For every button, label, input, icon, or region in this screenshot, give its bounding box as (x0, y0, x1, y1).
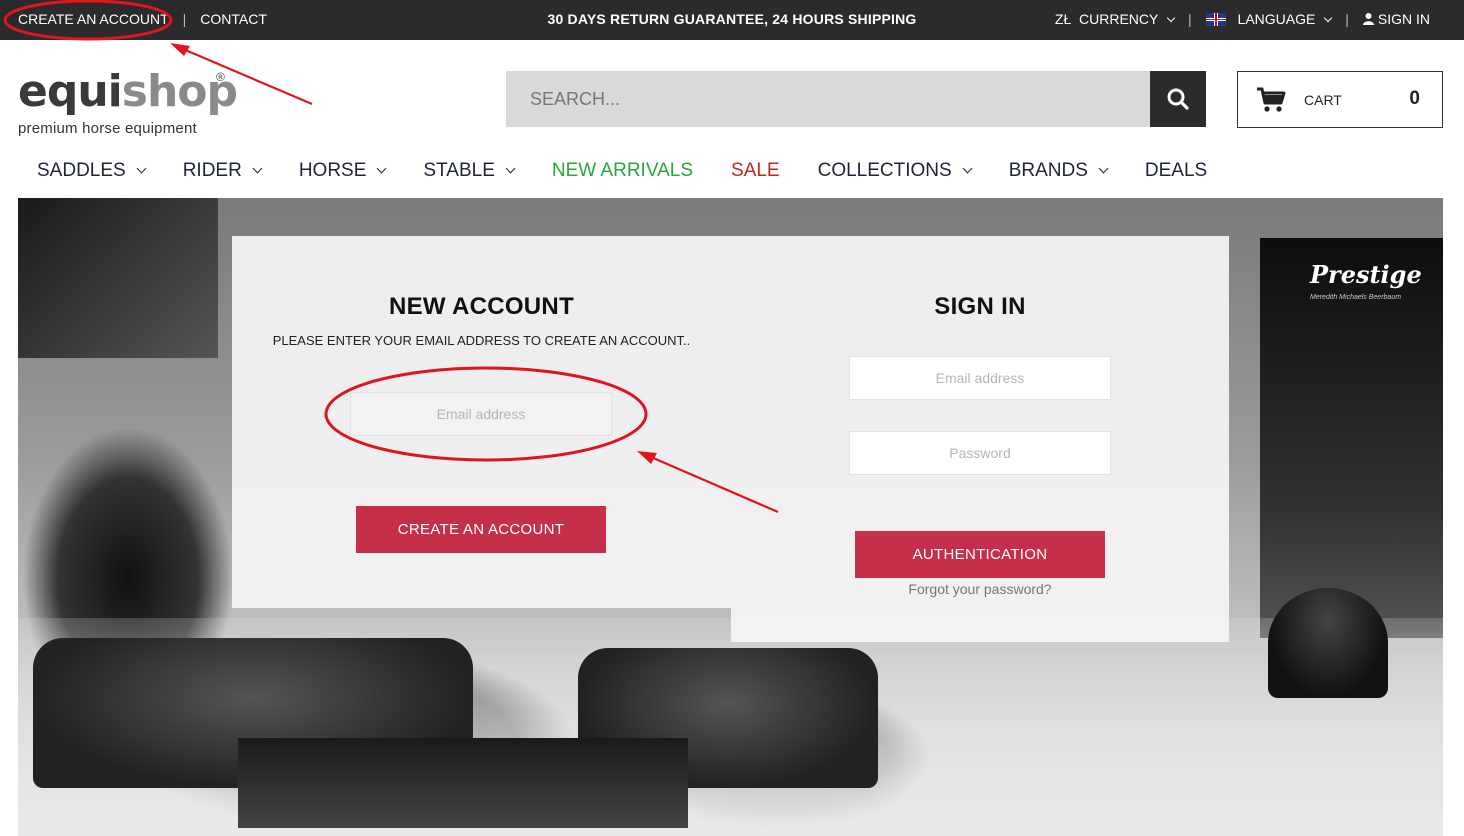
new-account-title: NEW ACCOUNT (388, 293, 575, 320)
cart-label: CART (1304, 91, 1342, 108)
nav-item-new-arrivals[interactable]: NEW ARRIVALS (552, 160, 693, 182)
main-nav: SADDLES RIDER HORSE STABLE NEW ARRIVALS … (18, 160, 1245, 182)
search-bar (506, 71, 1206, 127)
chevron-down-icon (1098, 163, 1109, 173)
language-selector[interactable]: LANGUAGE (1205, 11, 1333, 27)
nav-label: STABLE (423, 160, 495, 181)
chevron-down-icon (962, 163, 973, 173)
nav-label: HORSE (298, 160, 367, 181)
poster-subtitle: Meredith Michaels Beerbaum (1310, 294, 1402, 301)
chevron-down-icon (505, 163, 516, 173)
language-label: LANGUAGE (1237, 11, 1316, 27)
wall-poster (18, 198, 218, 358)
registered-mark: ® (216, 70, 225, 84)
nav-label: DEALS (1144, 160, 1208, 181)
search-input[interactable] (506, 71, 1150, 127)
cart-icon (1257, 87, 1286, 112)
uk-flag-icon (1205, 13, 1226, 26)
search-icon (1167, 88, 1189, 110)
separator: | (1345, 11, 1349, 27)
sign-in-password-input[interactable] (849, 431, 1111, 475)
currency-selector[interactable]: ZŁ CURRENCY (1054, 11, 1176, 27)
sign-in-link[interactable]: SIGN IN (1362, 11, 1430, 27)
nav-item-deals[interactable]: DEALS (1145, 160, 1207, 182)
chevron-down-icon (136, 163, 147, 173)
currency-symbol: ZŁ (1054, 11, 1072, 27)
separator: | (1188, 11, 1192, 27)
new-account-subtitle: PLEASE ENTER YOUR EMAIL ADDRESS TO CREAT… (272, 333, 691, 348)
authentication-button[interactable]: AUTHENTICATION (855, 531, 1105, 578)
nav-item-collections[interactable]: COLLECTIONS (817, 160, 973, 182)
user-icon (1362, 13, 1374, 25)
site-logo[interactable]: equishop ® premium horse equipment (18, 70, 238, 138)
nav-label: RIDER (182, 160, 242, 181)
chevron-down-icon (1323, 13, 1333, 23)
nav-item-rider[interactable]: RIDER (182, 160, 263, 182)
new-account-email-input[interactable] (350, 392, 612, 436)
sign-in-panel: SIGN IN AUTHENTICATION Forgot your passw… (731, 236, 1229, 642)
sign-in-label: SIGN IN (1377, 11, 1430, 27)
cart-count: 0 (1409, 88, 1420, 109)
contact-link[interactable]: CONTACT (200, 11, 267, 27)
nav-label: NEW ARRIVALS (551, 160, 694, 181)
nav-label: SALE (731, 160, 780, 181)
chevron-down-icon (252, 163, 263, 173)
logo-part1: equi (18, 66, 123, 117)
nav-item-saddles[interactable]: SADDLES (37, 160, 147, 182)
create-account-link[interactable]: CREATE AN ACCOUNT (18, 11, 169, 27)
nav-label: SADDLES (37, 160, 126, 181)
nav-item-sale[interactable]: SALE (731, 160, 780, 182)
chevron-down-icon (1166, 13, 1176, 23)
separator: | (182, 11, 187, 27)
logo-tagline: premium horse equipment (18, 120, 197, 137)
search-button[interactable] (1150, 71, 1206, 127)
new-account-panel: NEW ACCOUNT PLEASE ENTER YOUR EMAIL ADDR… (232, 236, 731, 608)
logo-wordmark: equishop (18, 70, 238, 114)
create-account-button[interactable]: CREATE AN ACCOUNT (356, 506, 606, 553)
cart-button[interactable]: CART 0 (1237, 71, 1443, 128)
forgot-password-link[interactable]: Forgot your password? (731, 581, 1229, 597)
nav-label: BRANDS (1008, 160, 1088, 181)
nav-label: COLLECTIONS (817, 160, 952, 181)
chevron-down-icon (376, 163, 387, 173)
currency-label: CURRENCY (1079, 11, 1159, 27)
nav-item-horse[interactable]: HORSE (298, 160, 387, 182)
sign-in-email-input[interactable] (849, 356, 1111, 400)
coffee-table (238, 738, 688, 828)
poster-title: Prestige (1310, 260, 1422, 289)
nav-item-brands[interactable]: BRANDS (1008, 160, 1109, 182)
annotation-arrowhead-top (170, 43, 190, 56)
saddle-stand (1268, 588, 1388, 698)
nav-item-stable[interactable]: STABLE (423, 160, 516, 182)
sign-in-title: SIGN IN (934, 293, 1026, 320)
top-bar: CREATE AN ACCOUNT | CONTACT 30 DAYS RETU… (0, 0, 1464, 40)
